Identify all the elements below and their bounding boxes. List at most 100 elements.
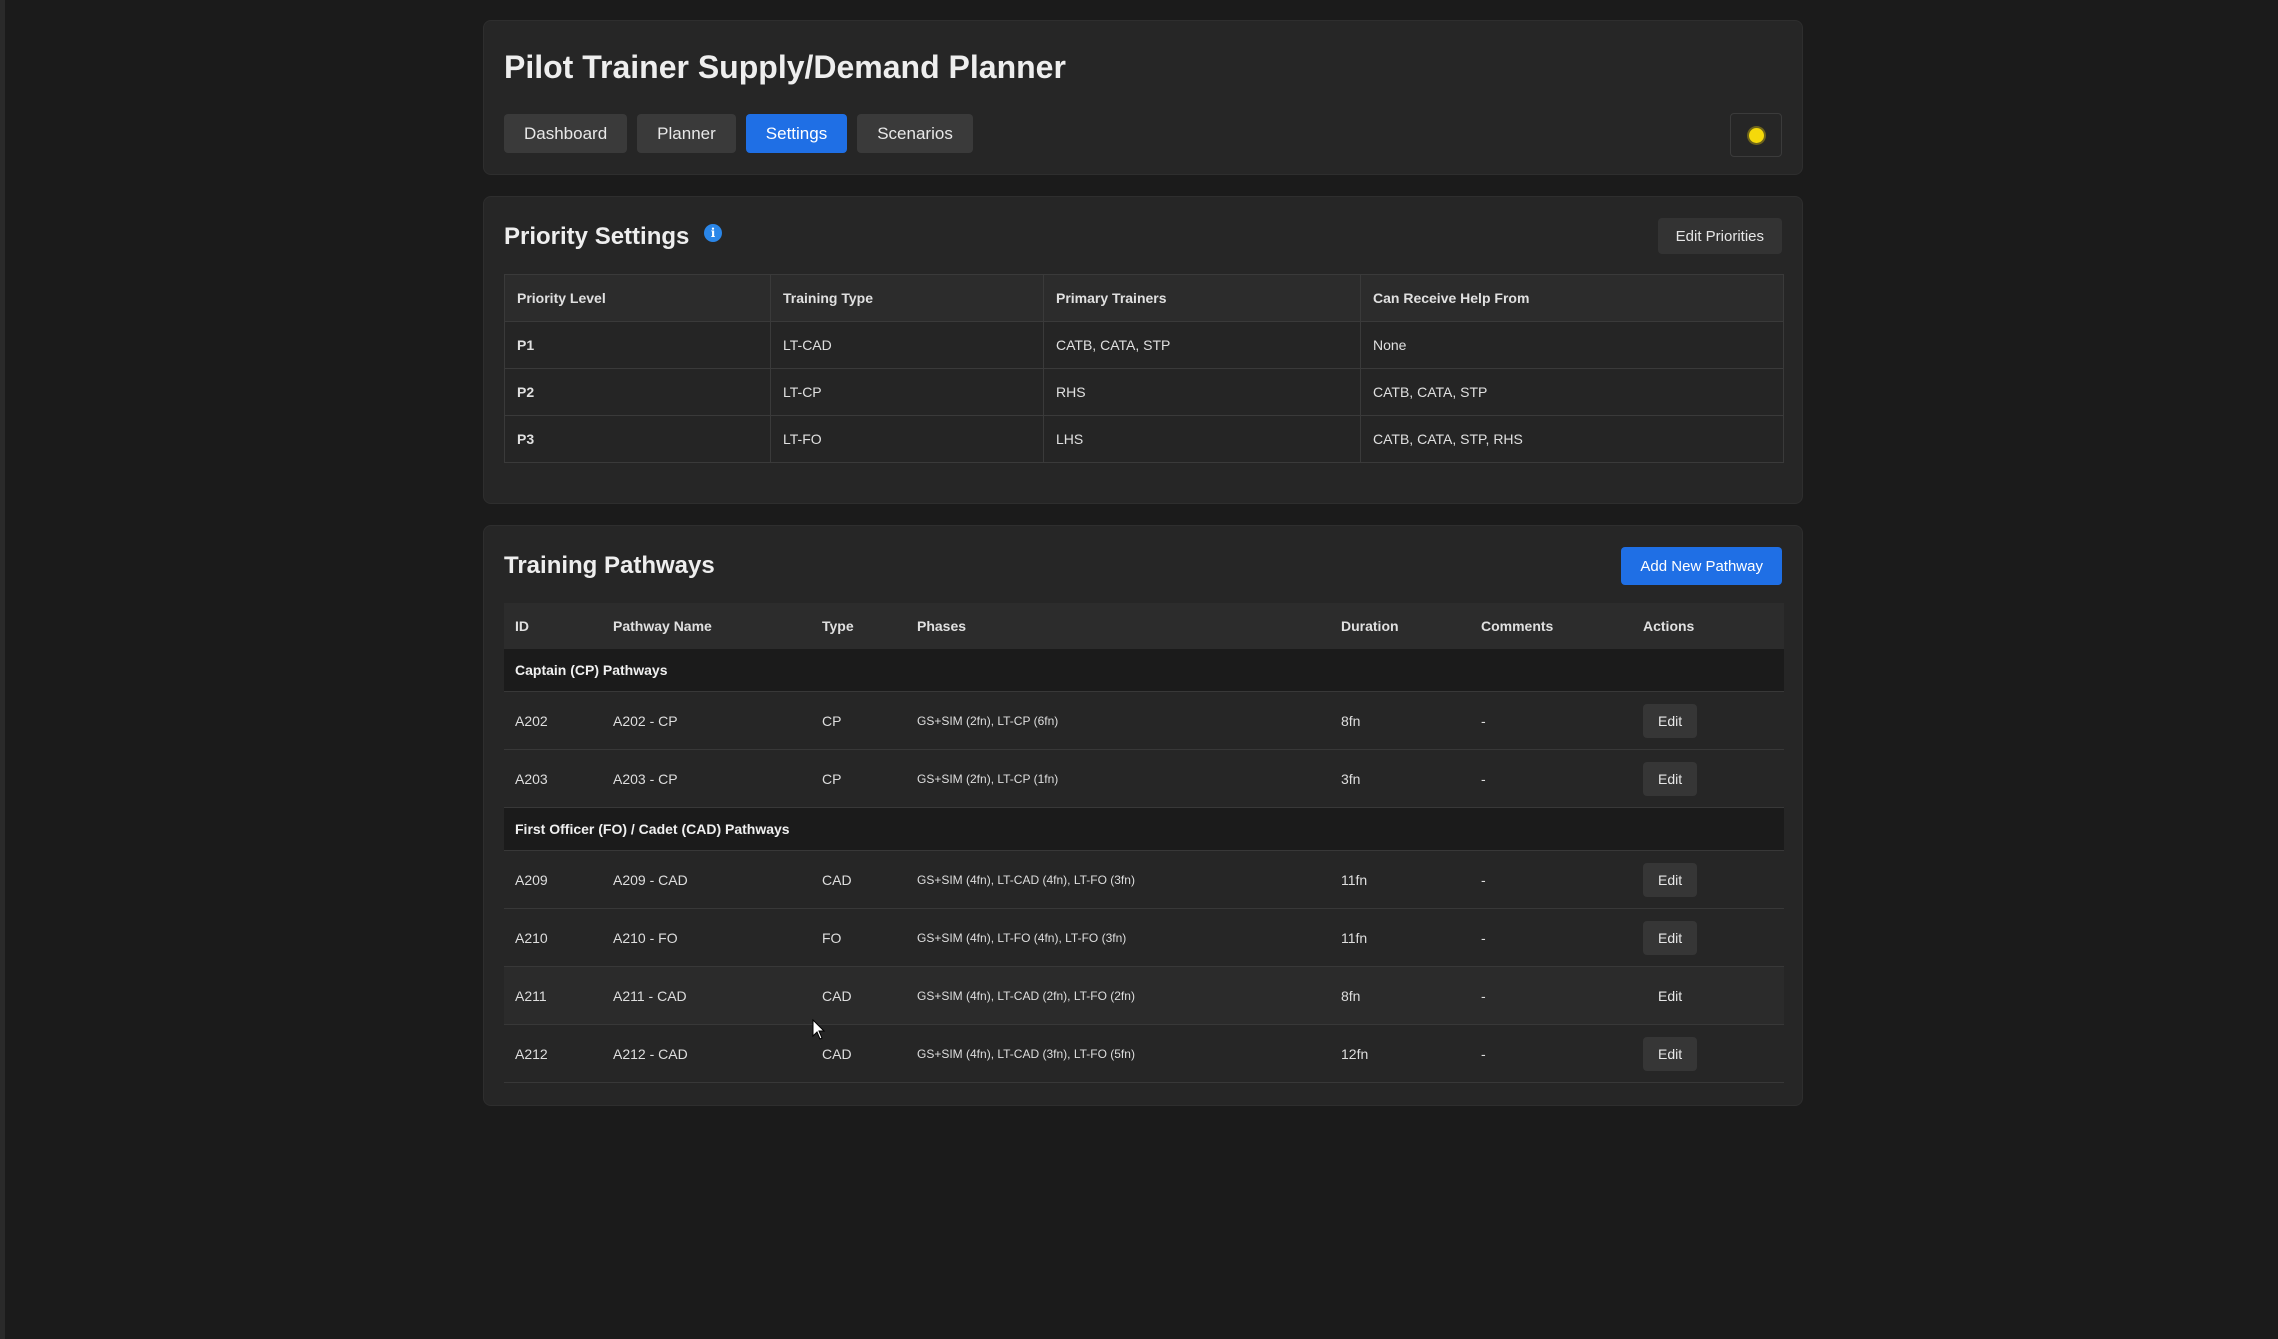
pathway-comments-cell: -: [1470, 691, 1632, 750]
pathway-phases-cell: GS+SIM (4fn), LT-CAD (4fn), LT-FO (3fn): [906, 850, 1330, 909]
pathway-comments-cell: -: [1470, 966, 1632, 1025]
pathway-type-cell: CAD: [811, 966, 906, 1025]
column-header-phases: Phases: [906, 603, 1330, 649]
app-title: Pilot Trainer Supply/Demand Planner: [504, 49, 1066, 85]
group-header-row: First Officer (FO) / Cadet (CAD) Pathway…: [504, 807, 1784, 851]
pathway-duration-cell: 3fn: [1330, 749, 1470, 808]
pathway-actions-cell: Edit: [1632, 908, 1784, 967]
pathway-id-cell: A211: [504, 966, 602, 1025]
pathway-actions-cell: Edit: [1632, 850, 1784, 909]
pathway-type-cell: FO: [811, 908, 906, 967]
pathway-actions-cell: Edit: [1632, 966, 1784, 1025]
priority-level-cell: P2: [504, 368, 771, 416]
tab-settings[interactable]: Settings: [745, 114, 848, 153]
pathway-duration-cell: 8fn: [1330, 966, 1470, 1025]
column-header-comments: Comments: [1470, 603, 1632, 649]
priority-settings-panel: Priority Settings i Edit Priorities Prio…: [483, 196, 1803, 504]
pathway-comments-cell: -: [1470, 908, 1632, 967]
table-row: P1 LT-CAD CATB, CATA, STP None: [504, 321, 1784, 369]
training-type-cell: LT-FO: [770, 415, 1044, 463]
column-header-actions: Actions: [1632, 603, 1784, 649]
primary-trainers-cell: RHS: [1043, 368, 1361, 416]
pathway-phases-cell: GS+SIM (4fn), LT-FO (4fn), LT-FO (3fn): [906, 908, 1330, 967]
sun-icon: [1748, 127, 1764, 143]
column-header-type: Type: [811, 603, 906, 649]
pathway-id-cell: A210: [504, 908, 602, 967]
priority-table-header: Priority Level Training Type Primary Tra…: [504, 274, 1784, 322]
pathway-name-cell: A210 - FO: [602, 908, 811, 967]
priority-level-cell: P3: [504, 415, 771, 463]
table-row: A203 A203 - CP CP GS+SIM (2fn), LT-CP (1…: [504, 749, 1784, 808]
pathway-duration-cell: 12fn: [1330, 1024, 1470, 1083]
pathway-type-cell: CP: [811, 749, 906, 808]
table-row: A210 A210 - FO FO GS+SIM (4fn), LT-FO (4…: [504, 908, 1784, 967]
pathway-id-cell: A209: [504, 850, 602, 909]
pathway-phases-cell: GS+SIM (4fn), LT-CAD (2fn), LT-FO (2fn): [906, 966, 1330, 1025]
table-row: A202 A202 - CP CP GS+SIM (2fn), LT-CP (6…: [504, 691, 1784, 750]
pathway-name-cell: A212 - CAD: [602, 1024, 811, 1083]
pathway-comments-cell: -: [1470, 850, 1632, 909]
add-new-pathway-button[interactable]: Add New Pathway: [1621, 547, 1782, 585]
pathway-id-cell: A212: [504, 1024, 602, 1083]
group-label-captain: Captain (CP) Pathways: [504, 649, 1784, 692]
column-header-priority-level: Priority Level: [504, 274, 771, 322]
priority-settings-title: Priority Settings: [504, 223, 690, 250]
table-row: A209 A209 - CAD CAD GS+SIM (4fn), LT-CAD…: [504, 850, 1784, 909]
column-header-duration: Duration: [1330, 603, 1470, 649]
pathway-name-cell: A211 - CAD: [602, 966, 811, 1025]
tab-dashboard[interactable]: Dashboard: [504, 114, 628, 153]
primary-trainers-cell: CATB, CATA, STP: [1043, 321, 1361, 369]
edit-pathway-button[interactable]: Edit: [1643, 761, 1698, 796]
pathway-type-cell: CP: [811, 691, 906, 750]
pathway-name-cell: A209 - CAD: [602, 850, 811, 909]
table-row: P2 LT-CP RHS CATB, CATA, STP: [504, 368, 1784, 416]
pathway-duration-cell: 11fn: [1330, 908, 1470, 967]
column-header-pathway-name: Pathway Name: [602, 603, 811, 649]
training-type-cell: LT-CP: [770, 368, 1044, 416]
pathway-comments-cell: -: [1470, 1024, 1632, 1083]
priority-level-cell: P1: [504, 321, 771, 369]
pathway-actions-cell: Edit: [1632, 749, 1784, 808]
pathways-table-header: ID Pathway Name Type Phases Duration Com…: [504, 603, 1784, 649]
pathway-actions-cell: Edit: [1632, 691, 1784, 750]
pathway-type-cell: CAD: [811, 850, 906, 909]
main-nav: Dashboard Planner Settings Scenarios: [504, 114, 973, 153]
pathway-name-cell: A202 - CP: [602, 691, 811, 750]
pathway-phases-cell: GS+SIM (4fn), LT-CAD (3fn), LT-FO (5fn): [906, 1024, 1330, 1083]
info-icon[interactable]: i: [704, 224, 722, 242]
help-from-cell: CATB, CATA, STP, RHS: [1360, 415, 1784, 463]
training-type-cell: LT-CAD: [770, 321, 1044, 369]
pathway-duration-cell: 11fn: [1330, 850, 1470, 909]
tab-planner[interactable]: Planner: [637, 114, 736, 153]
column-header-can-receive-help: Can Receive Help From: [1360, 274, 1784, 322]
pathway-phases-cell: GS+SIM (2fn), LT-CP (6fn): [906, 691, 1330, 750]
edit-pathway-button[interactable]: Edit: [1643, 862, 1698, 897]
pathway-actions-cell: Edit: [1632, 1024, 1784, 1083]
table-row: A212 A212 - CAD CAD GS+SIM (4fn), LT-CAD…: [504, 1024, 1784, 1083]
pathway-comments-cell: -: [1470, 749, 1632, 808]
edit-priorities-button[interactable]: Edit Priorities: [1657, 218, 1782, 254]
pathway-duration-cell: 8fn: [1330, 691, 1470, 750]
column-header-id: ID: [504, 603, 602, 649]
table-row: P3 LT-FO LHS CATB, CATA, STP, RHS: [504, 415, 1784, 463]
window-left-edge: [0, 0, 5, 1339]
column-header-training-type: Training Type: [770, 274, 1044, 322]
edit-pathway-button[interactable]: Edit: [1643, 920, 1698, 955]
tab-scenarios[interactable]: Scenarios: [857, 114, 973, 153]
mouse-cursor-icon: [812, 1019, 826, 1040]
pathway-phases-cell: GS+SIM (2fn), LT-CP (1fn): [906, 749, 1330, 808]
primary-trainers-cell: LHS: [1043, 415, 1361, 463]
column-header-primary-trainers: Primary Trainers: [1043, 274, 1361, 322]
app-header: Pilot Trainer Supply/Demand Planner Dash…: [483, 20, 1803, 175]
help-from-cell: CATB, CATA, STP: [1360, 368, 1784, 416]
edit-pathway-button[interactable]: Edit: [1643, 979, 1697, 1013]
training-pathways-title: Training Pathways: [504, 552, 715, 579]
edit-pathway-button[interactable]: Edit: [1643, 703, 1698, 738]
theme-toggle-button[interactable]: [1730, 113, 1782, 157]
group-header-row: Captain (CP) Pathways: [504, 649, 1784, 692]
pathway-id-cell: A202: [504, 691, 602, 750]
edit-pathway-button[interactable]: Edit: [1643, 1036, 1698, 1071]
pathway-name-cell: A203 - CP: [602, 749, 811, 808]
pathway-id-cell: A203: [504, 749, 602, 808]
group-label-first-officer-cadet: First Officer (FO) / Cadet (CAD) Pathway…: [504, 807, 1784, 851]
